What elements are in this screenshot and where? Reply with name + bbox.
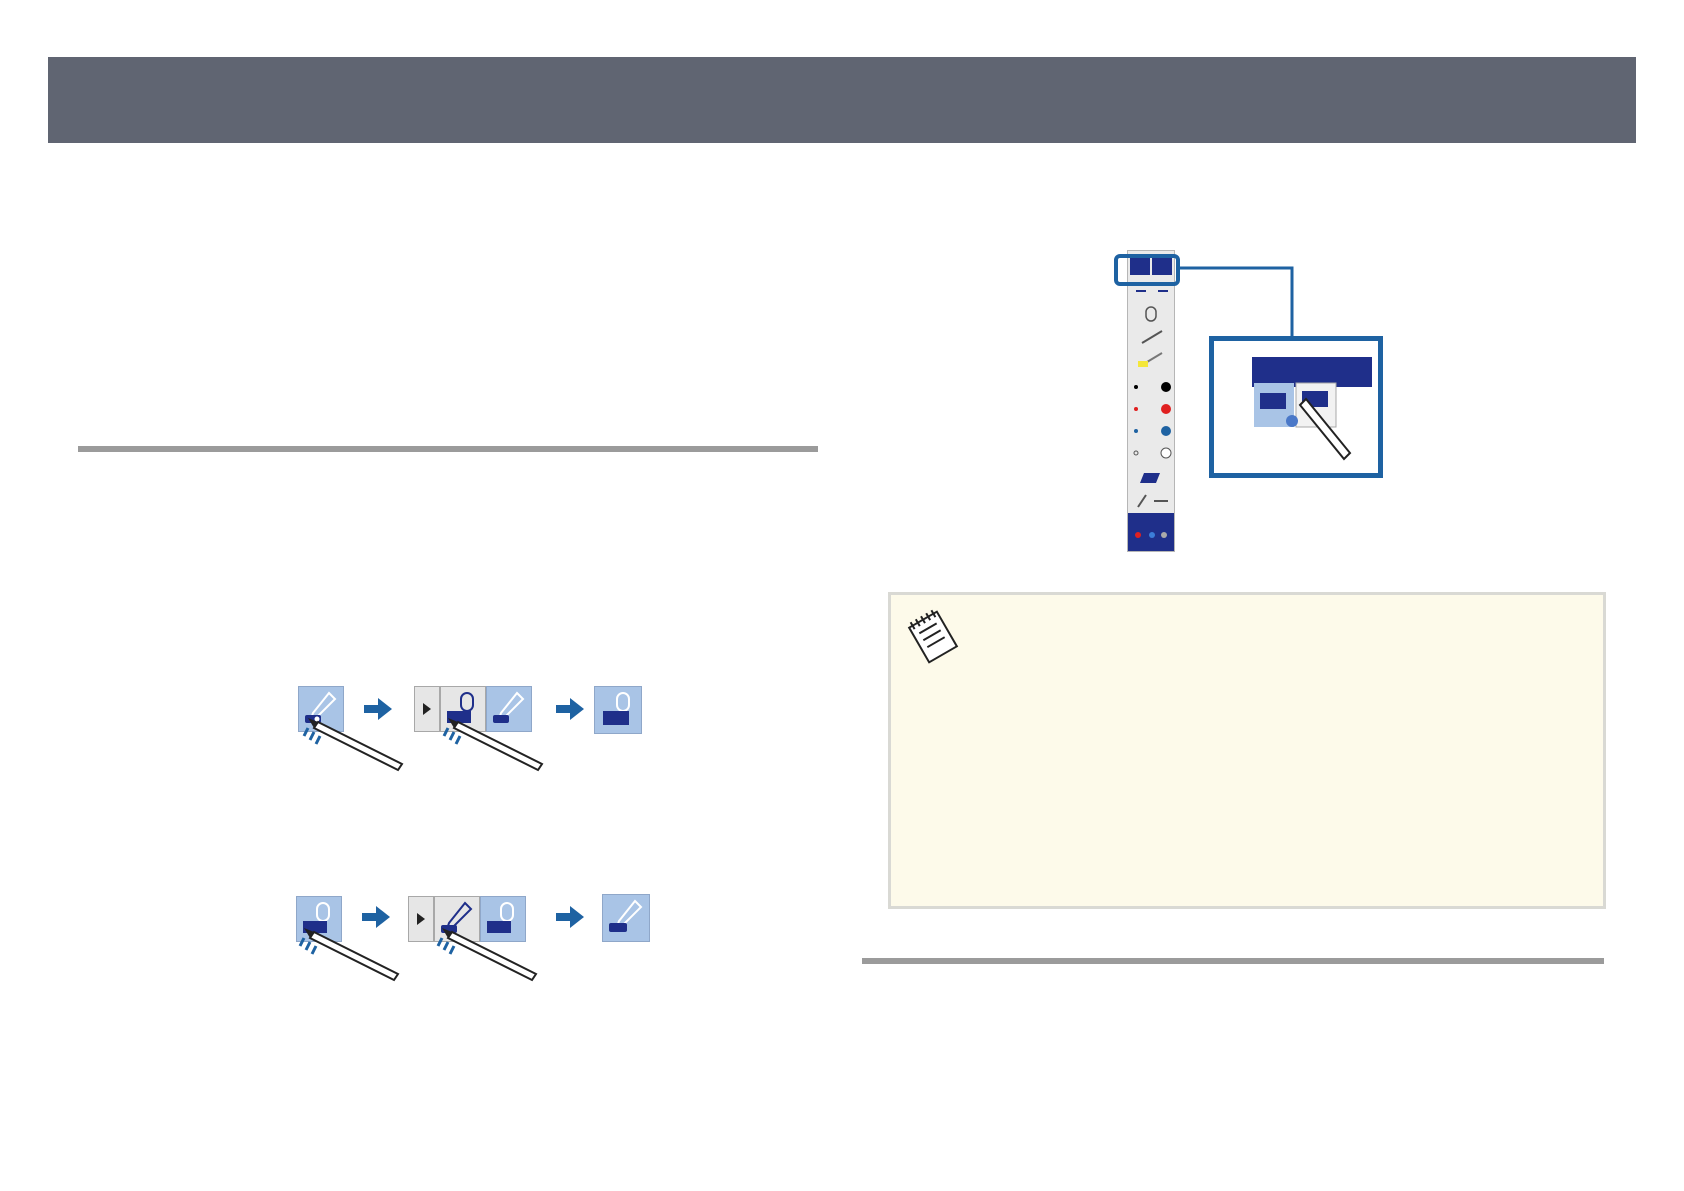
mode-switch-zoom-callout: [1209, 336, 1383, 478]
mode-switch-highlight: [1114, 254, 1180, 286]
stylus-pen-icon: [436, 928, 538, 982]
arrow-right-icon: [364, 698, 392, 720]
section-divider-left: [78, 446, 818, 452]
arrow-right-icon: [362, 906, 390, 928]
drawing-toolbar: [1127, 250, 1175, 552]
arrow-right-icon: [556, 906, 584, 928]
section-divider-right: [862, 958, 1604, 964]
pen-mode-icon: [602, 894, 650, 942]
mouse-mode-icon: [594, 686, 642, 734]
stylus-pen-icon: [298, 928, 400, 982]
notepad-icon: [907, 609, 959, 664]
stylus-pen-icon: [442, 718, 544, 772]
callout-connector-line: [1180, 266, 1294, 338]
arrow-right-icon: [556, 698, 584, 720]
stylus-pen-icon: [302, 718, 404, 772]
note-box: [888, 592, 1606, 909]
mode-switch-menu-arrow: [408, 896, 434, 942]
page-header-bar: [48, 57, 1636, 143]
mode-switch-menu-arrow: [414, 686, 440, 732]
